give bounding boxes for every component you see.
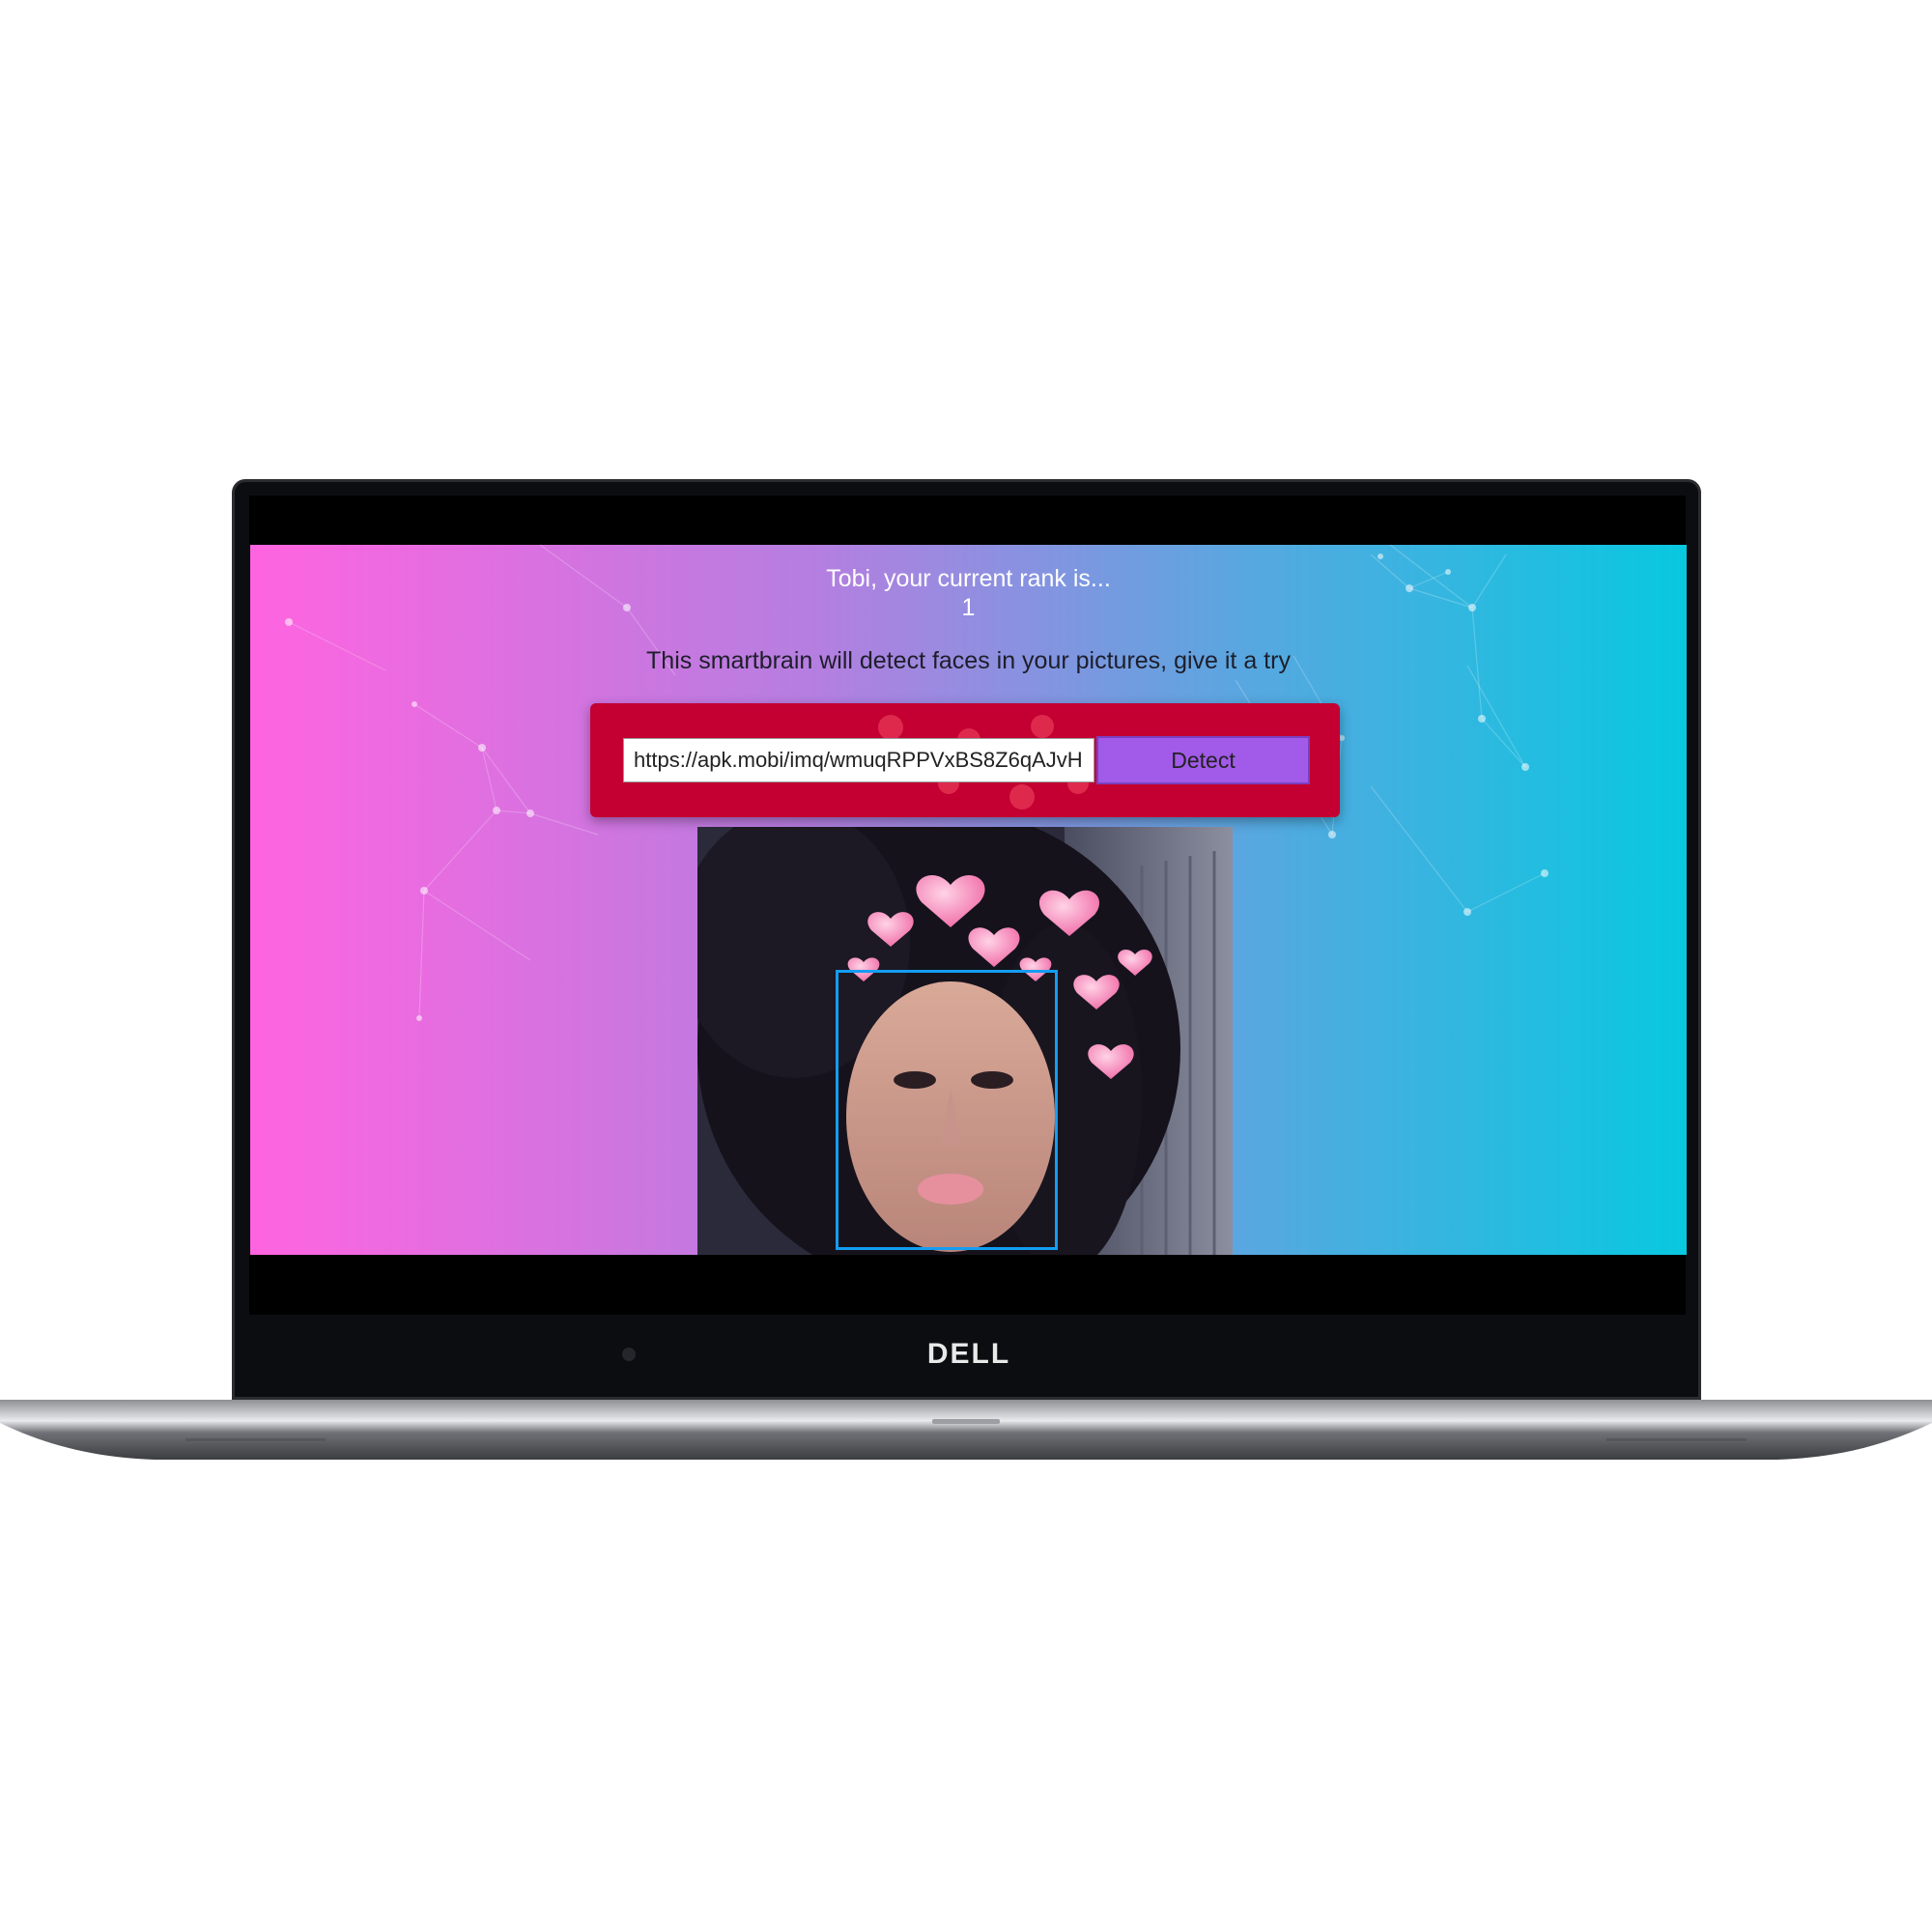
brand-logo: DELL xyxy=(926,1338,1011,1370)
webcam-icon xyxy=(622,1348,636,1361)
face-bounding-box xyxy=(836,970,1058,1250)
detected-image xyxy=(697,827,1233,1255)
laptop-lid: Tobi, your current rank is... 1 This sma… xyxy=(232,479,1701,1400)
greeting-text: Tobi, your current rank is... xyxy=(826,565,1111,592)
app-tagline: This smartbrain will detect faces in you… xyxy=(646,647,1291,674)
rank-value: 1 xyxy=(961,594,976,621)
image-url-input[interactable] xyxy=(623,738,1094,782)
app-screen: Tobi, your current rank is... 1 This sma… xyxy=(250,545,1687,1255)
decor-bubble xyxy=(1009,784,1035,810)
image-url-form: Detect xyxy=(590,703,1340,817)
rank-greeting: Tobi, your current rank is... 1 xyxy=(250,564,1687,622)
detect-button[interactable]: Detect xyxy=(1096,736,1310,784)
laptop-base xyxy=(0,1400,1932,1460)
decor-bubble xyxy=(1031,715,1054,738)
decor-bubble xyxy=(878,715,903,740)
